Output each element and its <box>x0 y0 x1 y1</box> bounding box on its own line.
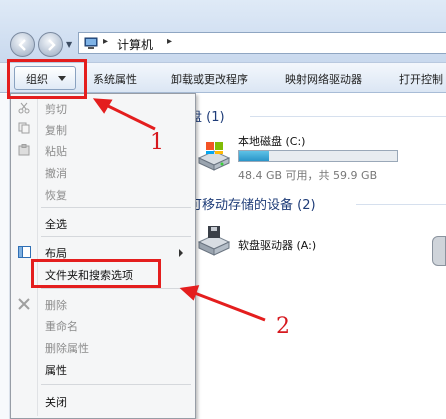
arrowhead-2 <box>179 285 200 301</box>
arrowhead-1 <box>92 98 113 114</box>
annotation-arrow-1 <box>103 102 156 131</box>
annotation-number-2: 2 <box>276 314 290 339</box>
explorer-window: ▼ ▸ 计算机 ▸ 组织 系统属性 卸载或更改程序 映射网络驱动器 打开控制 硬… <box>0 0 446 419</box>
annotation-arrows <box>92 98 266 322</box>
annotation-arrow-2 <box>191 290 266 322</box>
annotation-number-1: 1 <box>150 130 164 155</box>
